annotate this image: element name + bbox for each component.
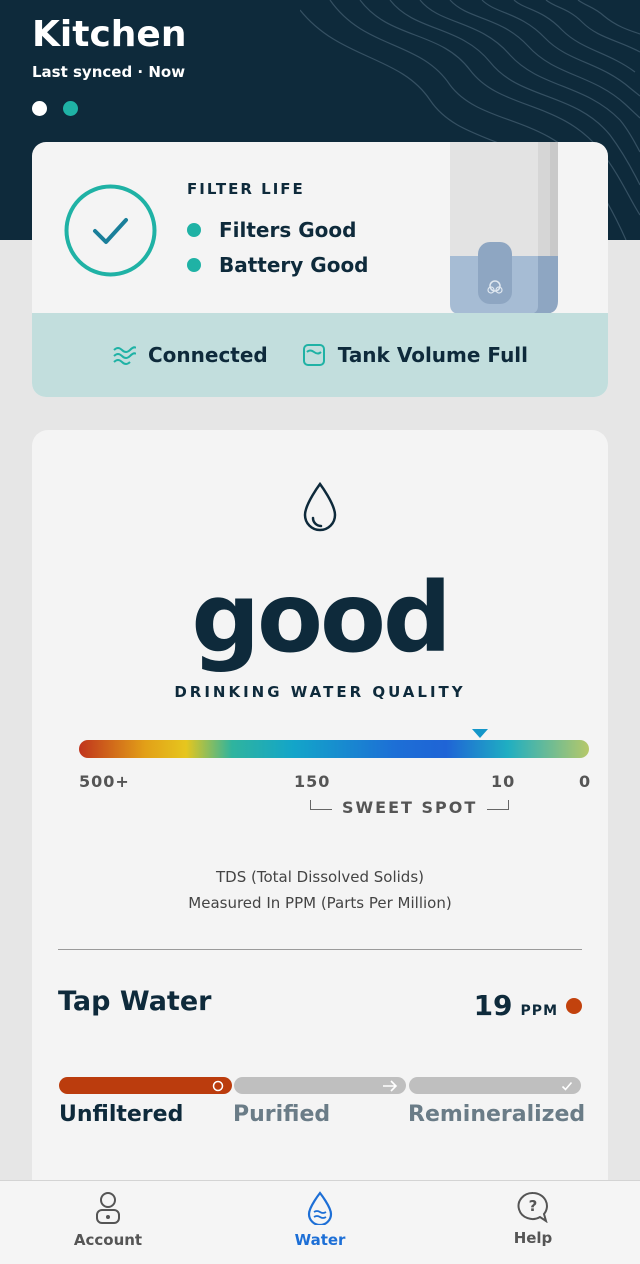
- tds-description: TDS (Total Dissolved Solids): [216, 868, 424, 886]
- stage-remineralized-bar[interactable]: [409, 1077, 581, 1094]
- nav-help-label: Help: [513, 1229, 553, 1247]
- water-drop-icon: [307, 1191, 333, 1225]
- tank-volume-label: Tank Volume Full: [337, 343, 529, 367]
- water-quality-card: good DRINKING WATER QUALITY 500+ 150 10 …: [32, 430, 608, 1210]
- help-icon: ?: [517, 1191, 548, 1223]
- filters-status-label: Filters Good: [219, 218, 357, 242]
- ppm-value: 19: [473, 989, 513, 1022]
- tank-status: Tank Volume Full: [302, 343, 528, 367]
- svg-text:?: ?: [529, 1197, 538, 1215]
- battery-status-label: Battery Good: [219, 253, 369, 277]
- sync-status: Last synced · Now: [32, 63, 186, 81]
- status-dot: [187, 223, 201, 237]
- page-dot-1[interactable]: [32, 101, 47, 116]
- scale-tick: 10: [491, 772, 516, 791]
- connection-status: Connected: [112, 343, 268, 367]
- filters-status: Filters Good: [187, 218, 356, 242]
- nav-water-label: Water: [294, 1231, 346, 1249]
- water-purifier-image: [450, 142, 558, 314]
- page-dot-2[interactable]: [63, 101, 78, 116]
- quality-rating: good: [191, 562, 451, 674]
- scale-tick: 150: [294, 772, 331, 791]
- tds-scale-bar: [79, 740, 589, 758]
- nav-help[interactable]: ? Help: [473, 1191, 593, 1247]
- bottom-nav: Account Water ? Help: [0, 1180, 640, 1264]
- bracket-left: [310, 799, 332, 810]
- quality-subtitle: DRINKING WATER QUALITY: [174, 683, 466, 701]
- tds-unit-description: Measured In PPM (Parts Per Million): [188, 894, 452, 912]
- divider: [58, 949, 582, 950]
- nav-water[interactable]: Water: [260, 1191, 380, 1249]
- stage-label-purified: Purified: [233, 1102, 331, 1127]
- page-indicator: [32, 101, 78, 116]
- stage-purified-bar[interactable]: [234, 1077, 406, 1094]
- connection-band: Connected Tank Volume Full: [32, 313, 608, 397]
- nav-account[interactable]: Account: [48, 1191, 168, 1249]
- water-drop-icon: [303, 482, 337, 532]
- wifi-wave-icon: [113, 346, 136, 365]
- nav-account-label: Account: [73, 1231, 143, 1249]
- stage-label-unfiltered: Unfiltered: [59, 1102, 184, 1127]
- bracket-right: [487, 799, 510, 810]
- battery-status: Battery Good: [187, 253, 369, 277]
- tap-water-title: Tap Water: [58, 986, 212, 1017]
- location-title: Kitchen: [32, 14, 187, 55]
- scale-tick: 0: [579, 772, 592, 791]
- account-icon: [96, 1192, 120, 1224]
- connected-label: Connected: [147, 343, 268, 367]
- check-circle-icon: [64, 184, 157, 277]
- sweet-spot-label: SWEET SPOT: [342, 798, 478, 817]
- stage-label-remineralized: Remineralized: [408, 1102, 586, 1127]
- sweet-spot-range: SWEET SPOT: [310, 798, 510, 817]
- ppm-unit: PPM: [520, 1003, 558, 1019]
- filter-status-card[interactable]: FILTER LIFE Filters Good Battery Good Co…: [32, 142, 608, 397]
- status-dot: [187, 258, 201, 272]
- ppm-reading: 19 PPM: [474, 989, 582, 1022]
- arrow-right-icon: [382, 1077, 398, 1094]
- scale-tick: 500+: [79, 772, 130, 791]
- tds-marker-icon: [472, 729, 488, 738]
- ppm-status-dot: [566, 997, 582, 1014]
- filter-life-title: FILTER LIFE: [187, 180, 305, 198]
- circle-icon: [212, 1077, 224, 1094]
- stage-unfiltered-bar[interactable]: [59, 1077, 232, 1094]
- tank-icon: [302, 344, 325, 366]
- check-icon: [561, 1077, 573, 1094]
